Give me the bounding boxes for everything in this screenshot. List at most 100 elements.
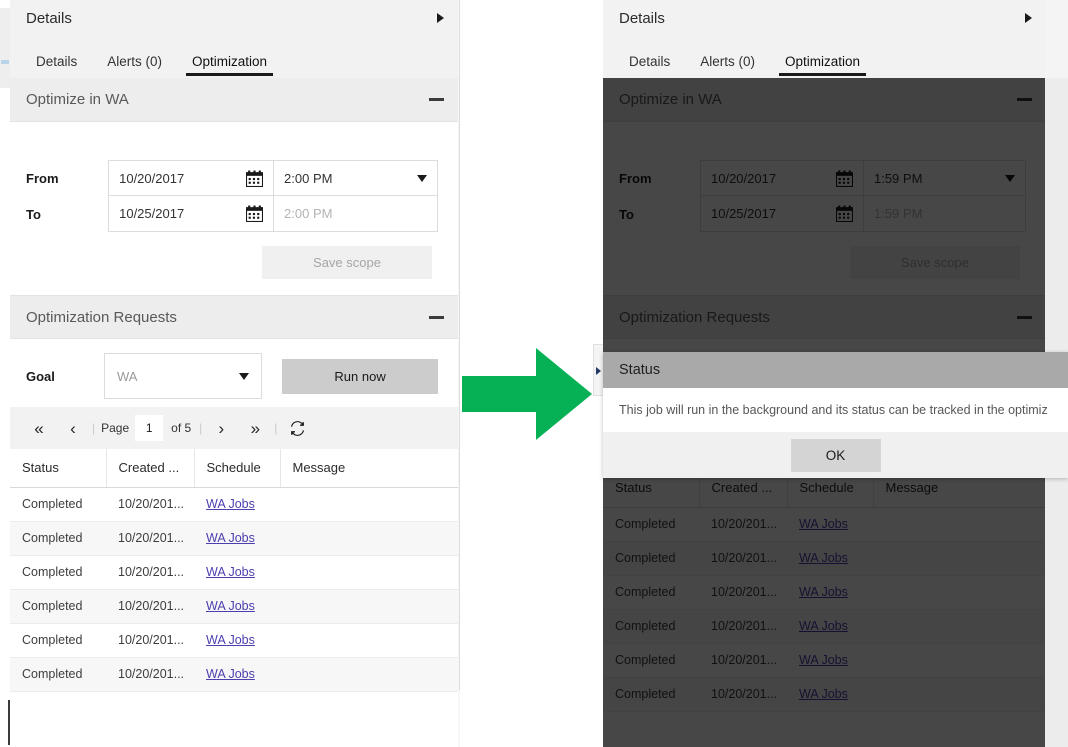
wa-jobs-link[interactable]: WA Jobs [799,551,848,565]
table-row[interactable]: Completed 10/20/201... WA Jobs [10,487,460,521]
right-from-time-select[interactable]: 1:59 PM [863,160,1026,196]
cell-status: Completed [10,657,106,691]
left-to-date-value: 10/25/2017 [119,206,184,221]
column-header-status[interactable]: Status [10,449,106,487]
cell-message [873,575,1048,609]
table-row[interactable]: Completed 10/20/201... WA Jobs [603,575,1048,609]
left-collapsed-panel-edge[interactable] [0,8,10,88]
left-from-label: From [26,160,108,196]
tab-optimization[interactable]: Optimization [182,54,277,78]
tab-alerts[interactable]: Alerts (0) [97,54,172,78]
tab-alerts[interactable]: Alerts (0) [690,54,765,78]
ok-button[interactable]: OK [791,439,881,472]
tab-optimization[interactable]: Optimization [775,54,870,78]
table-row[interactable]: Completed 10/20/201... WA Jobs [10,521,460,555]
refresh-icon[interactable] [289,420,306,437]
right-to-date-input[interactable]: 10/25/2017 [700,196,863,232]
calendar-icon[interactable] [246,170,263,187]
save-scope-button[interactable]: Save scope [850,246,1020,279]
tab-details[interactable]: Details [26,54,87,78]
cell-created: 10/20/201... [106,487,194,521]
panel-edge-handle[interactable] [1,60,9,64]
left-scope-section-header[interactable]: Optimize in WA [10,78,460,122]
left-to-date-input[interactable]: 10/25/2017 [108,196,273,232]
right-save-scope-row: Save scope [619,246,1026,279]
left-panel-titlebar: Details [10,0,460,36]
minus-icon[interactable] [429,316,444,319]
wa-jobs-link[interactable]: WA Jobs [206,531,255,545]
table-row[interactable]: Completed 10/20/201... WA Jobs [603,507,1048,541]
pager-first-button[interactable]: « [22,420,56,437]
right-scope-section-title: Optimize in WA [619,91,1017,108]
left-to-time-input[interactable]: 2:00 PM [273,196,438,232]
wa-jobs-link[interactable]: WA Jobs [206,633,255,647]
left-details-panel: Details Details Alerts (0) Optimization … [10,0,460,747]
pager-page-input[interactable]: 1 [135,415,163,441]
calendar-icon[interactable] [836,170,853,187]
right-jobs-table-body: Completed 10/20/201... WA Jobs Completed… [603,507,1048,711]
arrow-right-icon [462,348,592,440]
goal-select[interactable]: WA [104,353,262,399]
right-scope-section-header[interactable]: Optimize in WA [603,78,1048,122]
cell-created: 10/20/201... [106,623,194,657]
table-row[interactable]: Completed 10/20/201... WA Jobs [10,555,460,589]
column-header-message[interactable]: Message [280,449,460,487]
right-to-time-input[interactable]: 1:59 PM [863,196,1026,232]
wa-jobs-link[interactable]: WA Jobs [799,619,848,633]
cell-schedule: WA Jobs [194,521,280,555]
cell-created: 10/20/201... [106,521,194,555]
wa-jobs-link[interactable]: WA Jobs [206,599,255,613]
table-row[interactable]: Completed 10/20/201... WA Jobs [603,643,1048,677]
minus-icon[interactable] [429,98,444,101]
pager-prev-button[interactable]: ‹ [56,420,90,437]
caret-right-icon[interactable] [437,13,444,23]
left-panel-scrollbar[interactable] [458,0,460,747]
cell-status: Completed [10,589,106,623]
chevron-down-icon[interactable] [1005,175,1015,182]
chevron-down-icon[interactable] [239,373,249,380]
cell-status: Completed [10,555,106,589]
left-from-time-value: 2:00 PM [284,171,332,186]
run-now-button[interactable]: Run now [282,359,438,394]
pager-next-button[interactable]: › [204,420,238,437]
left-requests-section-header[interactable]: Optimization Requests [10,295,460,339]
wa-jobs-link[interactable]: WA Jobs [799,517,848,531]
save-scope-button[interactable]: Save scope [262,246,432,279]
pager-last-button[interactable]: » [238,420,272,437]
minus-icon[interactable] [1017,316,1032,319]
column-header-created[interactable]: Created ... [106,449,194,487]
cell-schedule: WA Jobs [787,575,873,609]
right-requests-section-header[interactable]: Optimization Requests [603,295,1048,339]
caret-right-icon[interactable] [1025,13,1032,23]
right-from-date-input[interactable]: 10/20/2017 [700,160,863,196]
table-row[interactable]: Completed 10/20/201... WA Jobs [603,541,1048,575]
calendar-icon[interactable] [836,205,853,222]
cell-schedule: WA Jobs [194,657,280,691]
right-jobs-table: Status Created ... Schedule Message Comp… [603,469,1048,712]
left-from-date-input[interactable]: 10/20/2017 [108,160,273,196]
table-row[interactable]: Completed 10/20/201... WA Jobs [603,609,1048,643]
wa-jobs-link[interactable]: WA Jobs [206,565,255,579]
calendar-icon[interactable] [246,205,263,222]
minus-icon[interactable] [1017,98,1032,101]
cell-status: Completed [603,643,699,677]
wa-jobs-link[interactable]: WA Jobs [799,687,848,701]
left-from-time-select[interactable]: 2:00 PM [273,160,438,196]
cell-created: 10/20/201... [106,555,194,589]
table-row[interactable]: Completed 10/20/201... WA Jobs [10,657,460,691]
chevron-down-icon[interactable] [417,175,427,182]
right-requests-section-title: Optimization Requests [619,309,1017,326]
wa-jobs-link[interactable]: WA Jobs [206,667,255,681]
table-row[interactable]: Completed 10/20/201... WA Jobs [10,623,460,657]
pager-total-label: of 5 [171,421,191,435]
wa-jobs-link[interactable]: WA Jobs [206,497,255,511]
wa-jobs-link[interactable]: WA Jobs [799,585,848,599]
cell-message [280,589,460,623]
column-header-schedule[interactable]: Schedule [194,449,280,487]
caret-right-icon[interactable] [596,367,601,375]
tab-details[interactable]: Details [619,54,680,78]
wa-jobs-link[interactable]: WA Jobs [799,653,848,667]
table-row[interactable]: Completed 10/20/201... WA Jobs [10,589,460,623]
table-row[interactable]: Completed 10/20/201... WA Jobs [603,677,1048,711]
scrollbar-thumb[interactable] [459,0,460,690]
